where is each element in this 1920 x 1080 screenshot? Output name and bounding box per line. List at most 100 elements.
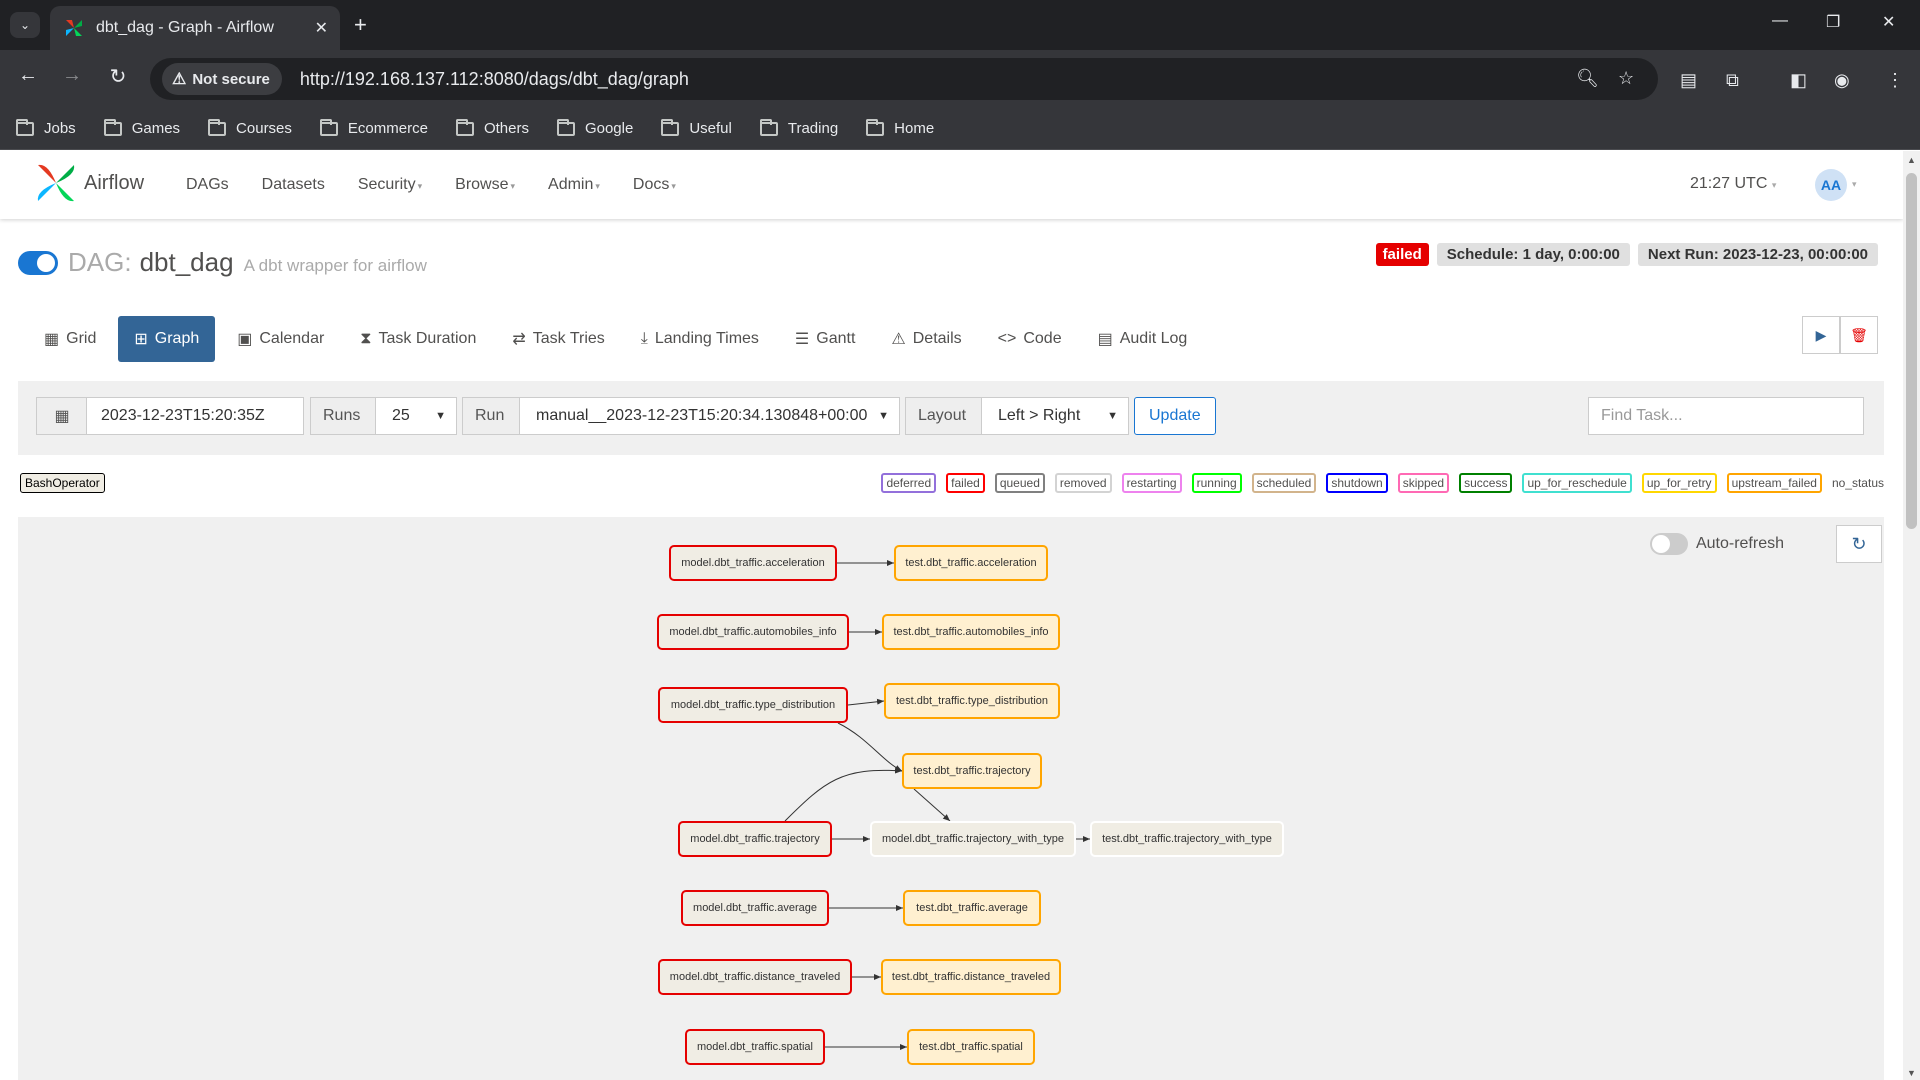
run-select[interactable]: manual__2023-12-23T15:20:34.130848+00:00… — [519, 397, 900, 435]
dag-graph-canvas[interactable]: Auto-refresh ↻ model.dbt_traffic.acceler… — [18, 517, 1884, 1080]
bookmark-others[interactable]: Others — [455, 118, 529, 137]
task-node-model-dbt-traffic-trajectory[interactable]: model.dbt_traffic.trajectory — [678, 821, 832, 857]
back-icon[interactable]: ← — [14, 64, 42, 87]
state-failed[interactable]: failed — [946, 473, 985, 493]
task-node-test-dbt-traffic-spatial[interactable]: test.dbt_traffic.spatial — [907, 1029, 1035, 1065]
operator-badge[interactable]: BashOperator — [20, 473, 105, 493]
airflow-logo[interactable]: Airflow — [34, 161, 144, 205]
tab-calendar[interactable]: ▣ Calendar — [223, 316, 338, 362]
state-success[interactable]: success — [1459, 473, 1513, 493]
state-removed[interactable]: removed — [1054, 473, 1112, 493]
bookmark-jobs[interactable]: Jobs — [16, 118, 76, 137]
menu-datasets[interactable]: Datasets — [262, 176, 325, 194]
tab-audit-log[interactable]: ▤ Audit Log — [1084, 316, 1202, 362]
scroll-down-icon[interactable]: ▼ — [1907, 1068, 1916, 1078]
security-chip[interactable]: ⚠ Not secure — [162, 63, 282, 95]
calendar-icon[interactable]: ▦ — [36, 397, 88, 435]
user-avatar[interactable]: AA — [1815, 169, 1847, 201]
bookmark-ecommerce[interactable]: Ecommerce — [319, 118, 428, 137]
state-skipped[interactable]: skipped — [1397, 473, 1450, 493]
auto-refresh-switch[interactable] — [1649, 533, 1688, 555]
task-node-test-dbt-traffic-automobiles-info[interactable]: test.dbt_traffic.automobiles_info — [882, 614, 1060, 650]
tab-landing-times[interactable]: ⤓ Landing Times — [627, 316, 773, 362]
task-node-model-dbt-traffic-acceleration[interactable]: model.dbt_traffic.acceleration — [669, 545, 837, 581]
find-task-input[interactable]: Find Task... — [1588, 397, 1864, 435]
extensions-puzzle-icon[interactable]: ⧉ — [1726, 70, 1739, 91]
task-node-model-dbt-traffic-type-distribution[interactable]: model.dbt_traffic.type_distribution — [658, 687, 848, 723]
task-node-test-dbt-traffic-trajectory-with-type[interactable]: test.dbt_traffic.trajectory_with_type — [1090, 821, 1284, 857]
bookmark-courses[interactable]: Courses — [208, 118, 292, 137]
delete-dag-button[interactable]: 🗑︎ — [1840, 316, 1878, 354]
menu-browse[interactable]: Browse ▾ — [455, 176, 515, 194]
forward-icon[interactable]: → — [58, 64, 86, 87]
tab-task-duration[interactable]: ⧗ Task Duration — [346, 316, 490, 362]
window-close-icon[interactable]: ✕ — [1882, 12, 1895, 32]
refresh-button[interactable]: ↻ — [1836, 525, 1882, 563]
bookmark-home[interactable]: Home — [866, 118, 934, 137]
zoom-icon[interactable]: 🔍︎ — [1576, 68, 1599, 89]
menu-security[interactable]: Security ▾ — [358, 176, 422, 194]
minimize-icon[interactable]: — — [1772, 12, 1788, 30]
bookmark-games[interactable]: Games — [103, 118, 180, 137]
runs-select[interactable]: 25 ▼ — [375, 397, 457, 435]
browser-tab[interactable]: dbt_dag - Graph - Airflow ✕ — [50, 6, 340, 50]
state-no-status[interactable]: no_status — [1831, 475, 1884, 491]
tab-code[interactable]: <> Code — [984, 316, 1076, 362]
airflow-navbar: Airflow DAGs Datasets Security ▾ Browse ▾ … — [0, 151, 1903, 219]
state-shutdown[interactable]: shutdown — [1326, 473, 1388, 493]
task-node-test-dbt-traffic-trajectory[interactable]: test.dbt_traffic.trajectory — [902, 753, 1042, 789]
profile-icon[interactable]: ◉ — [1834, 70, 1850, 91]
tab-grid[interactable]: ▦ Grid — [30, 316, 110, 362]
state-upstream-failed[interactable]: upstream_failed — [1726, 473, 1822, 493]
bookmark-google[interactable]: Google — [556, 118, 633, 137]
tab-details[interactable]: ⚠ Details — [877, 316, 975, 362]
trigger-dag-button[interactable]: ▶ — [1802, 316, 1840, 354]
auto-refresh-toggle[interactable]: Auto-refresh — [1649, 533, 1784, 555]
browser-menu-icon[interactable]: ⋮ — [1886, 70, 1904, 91]
task-node-test-dbt-traffic-average[interactable]: test.dbt_traffic.average — [903, 890, 1041, 926]
base-date-input[interactable]: 2023-12-23T15:20:35Z — [86, 397, 304, 435]
state-deferred[interactable]: deferred — [881, 473, 937, 493]
task-node-model-dbt-traffic-average[interactable]: model.dbt_traffic.average — [681, 890, 829, 926]
update-button[interactable]: Update — [1134, 397, 1216, 435]
state-up-for-reschedule[interactable]: up_for_reschedule — [1522, 473, 1632, 493]
tab-title: dbt_dag - Graph - Airflow — [96, 19, 274, 36]
url-text[interactable]: http://192.168.137.112:8080/dags/dbt_dag… — [300, 69, 689, 90]
task-node-model-dbt-traffic-distance-traveled[interactable]: model.dbt_traffic.distance_traveled — [658, 959, 852, 995]
task-node-test-dbt-traffic-type-distribution[interactable]: test.dbt_traffic.type_distribution — [884, 683, 1060, 719]
state-running[interactable]: running — [1191, 473, 1242, 493]
menu-admin[interactable]: Admin ▾ — [548, 176, 600, 194]
layout-select[interactable]: Left > Right ▼ — [981, 397, 1129, 435]
reload-icon[interactable]: ↻ — [104, 64, 132, 89]
side-panel-icon[interactable]: ◧ — [1790, 70, 1807, 91]
task-node-test-dbt-traffic-acceleration[interactable]: test.dbt_traffic.acceleration — [894, 545, 1048, 581]
tab-task-tries[interactable]: ⇄ Task Tries — [498, 316, 618, 362]
menu-dags[interactable]: DAGs — [186, 176, 229, 194]
dag-pause-toggle[interactable] — [18, 250, 58, 275]
tab-close-icon[interactable]: ✕ — [315, 18, 328, 38]
new-tab-icon[interactable]: + — [354, 12, 367, 38]
task-node-model-dbt-traffic-trajectory-with-type[interactable]: model.dbt_traffic.trajectory_with_type — [870, 821, 1076, 857]
state-queued[interactable]: queued — [994, 473, 1045, 493]
tab-gantt[interactable]: ☰ Gantt — [781, 316, 869, 362]
utc-clock[interactable]: 21:27 UTC ▾ — [1690, 175, 1776, 193]
tab-graph[interactable]: ⊞ Graph — [118, 316, 216, 362]
task-node-model-dbt-traffic-automobiles-info[interactable]: model.dbt_traffic.automobiles_info — [657, 614, 849, 650]
scroll-up-icon[interactable]: ▲ — [1907, 155, 1916, 165]
state-scheduled[interactable]: scheduled — [1251, 473, 1317, 493]
tab-search-chevron-icon[interactable]: ⌄ — [10, 12, 40, 38]
bookmark-useful[interactable]: Useful — [661, 118, 732, 137]
address-bar[interactable]: ⚠ Not secure http://192.168.137.112:8080… — [150, 58, 1658, 100]
task-node-test-dbt-traffic-distance-traveled[interactable]: test.dbt_traffic.distance_traveled — [881, 959, 1061, 995]
page-scrollbar[interactable]: ▲ ▼ — [1903, 151, 1920, 1080]
state-up-for-retry[interactable]: up_for_retry — [1641, 473, 1717, 493]
bookmark-star-icon[interactable]: ☆ — [1618, 68, 1634, 89]
bookmark-trading[interactable]: Trading — [759, 118, 838, 137]
caret-down-icon[interactable]: ▾ — [1852, 179, 1857, 190]
state-restarting[interactable]: restarting — [1121, 473, 1182, 493]
task-node-model-dbt-traffic-spatial[interactable]: model.dbt_traffic.spatial — [685, 1029, 825, 1065]
extension-icon[interactable]: ▤ — [1680, 70, 1697, 91]
scrollbar-thumb[interactable] — [1906, 173, 1917, 529]
restore-icon[interactable]: ❐ — [1826, 12, 1840, 32]
menu-docs[interactable]: Docs ▾ — [633, 176, 676, 194]
